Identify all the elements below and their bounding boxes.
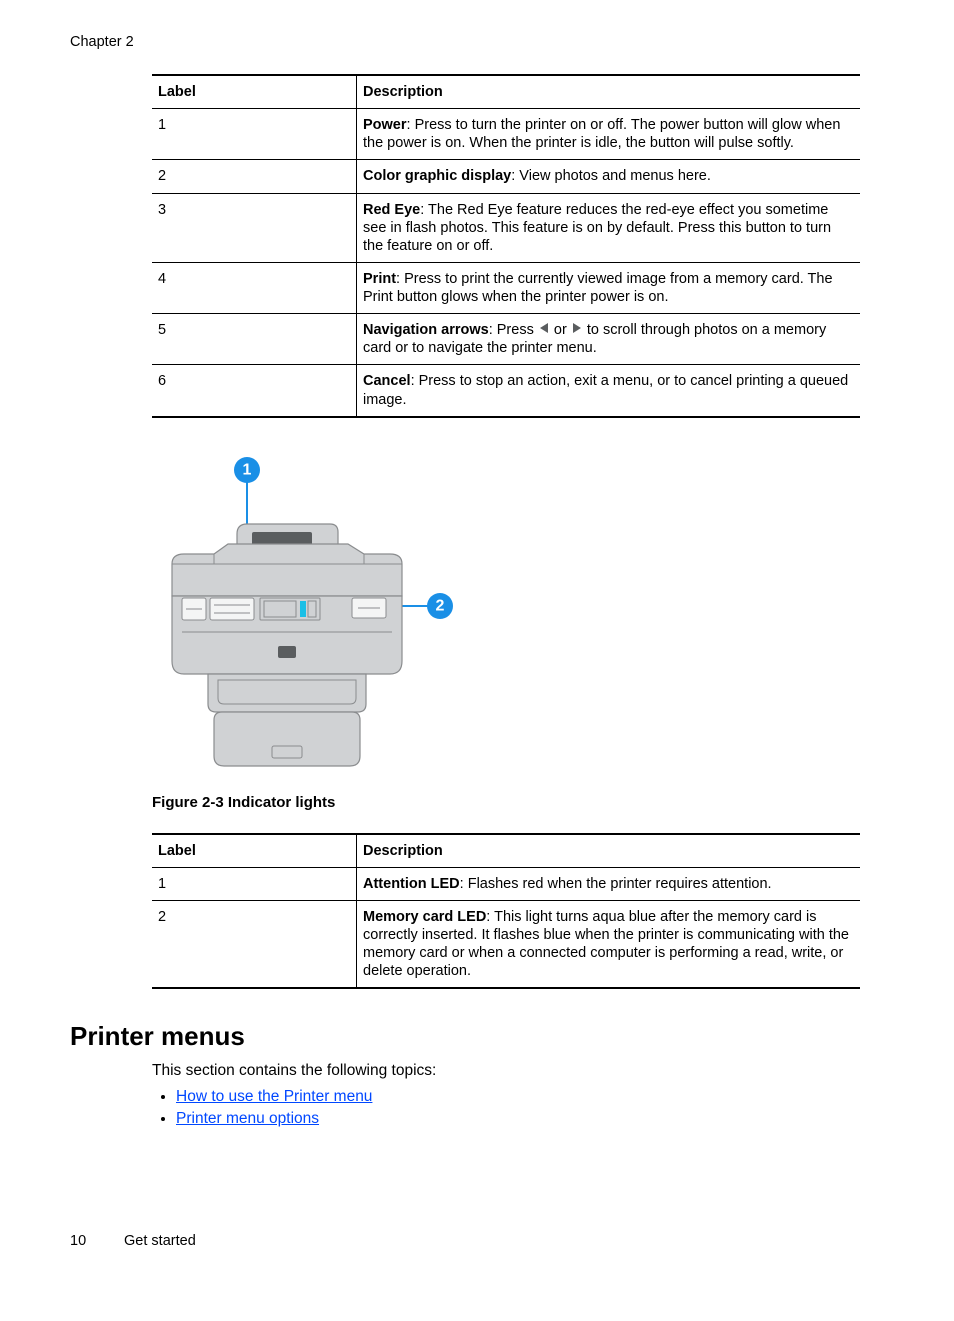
col-header-label: Label <box>152 75 357 109</box>
svg-text:1: 1 <box>243 461 252 478</box>
chapter-label: Chapter 2 <box>70 34 862 50</box>
indicator-lights-table: Label Description 1 Attention LED: Flash… <box>152 833 860 990</box>
section-intro: This section contains the following topi… <box>152 1062 862 1080</box>
table-row: 5 Navigation arrows: Press or to scroll … <box>152 314 860 365</box>
table-row: 4 Print: Press to print the currently vi… <box>152 262 860 313</box>
list-item: How to use the Printer menu <box>176 1088 862 1106</box>
table-row: 1 Attention LED: Flashes red when the pr… <box>152 867 860 900</box>
col-header-desc: Description <box>357 834 861 868</box>
col-header-label: Label <box>152 834 357 868</box>
table-row: 2 Memory card LED: This light turns aqua… <box>152 900 860 988</box>
printer-figure: 1 2 <box>152 446 472 786</box>
page-number: 10 <box>70 1233 120 1249</box>
table-row: 2 Color graphic display: View photos and… <box>152 160 860 193</box>
control-panel-table: Label Description 1 Power: Press to turn… <box>152 74 860 418</box>
col-header-desc: Description <box>357 75 861 109</box>
table-row: 3 Red Eye: The Red Eye feature reduces t… <box>152 193 860 262</box>
list-item: Printer menu options <box>176 1110 862 1128</box>
figure-caption: Figure 2-3 Indicator lights <box>152 794 862 811</box>
link-menu-options[interactable]: Printer menu options <box>176 1110 319 1127</box>
svg-text:2: 2 <box>436 597 445 614</box>
page-footer: 10 Get started <box>70 1233 196 1249</box>
section-heading: Printer menus <box>70 1021 862 1052</box>
table-row: 6 Cancel: Press to stop an action, exit … <box>152 365 860 417</box>
footer-title: Get started <box>124 1233 196 1249</box>
arrow-right-icon <box>571 321 583 339</box>
arrow-left-icon <box>538 321 550 339</box>
table-row: 1 Power: Press to turn the printer on or… <box>152 109 860 160</box>
topic-list: How to use the Printer menu Printer menu… <box>152 1088 862 1128</box>
link-how-to-use[interactable]: How to use the Printer menu <box>176 1088 372 1105</box>
